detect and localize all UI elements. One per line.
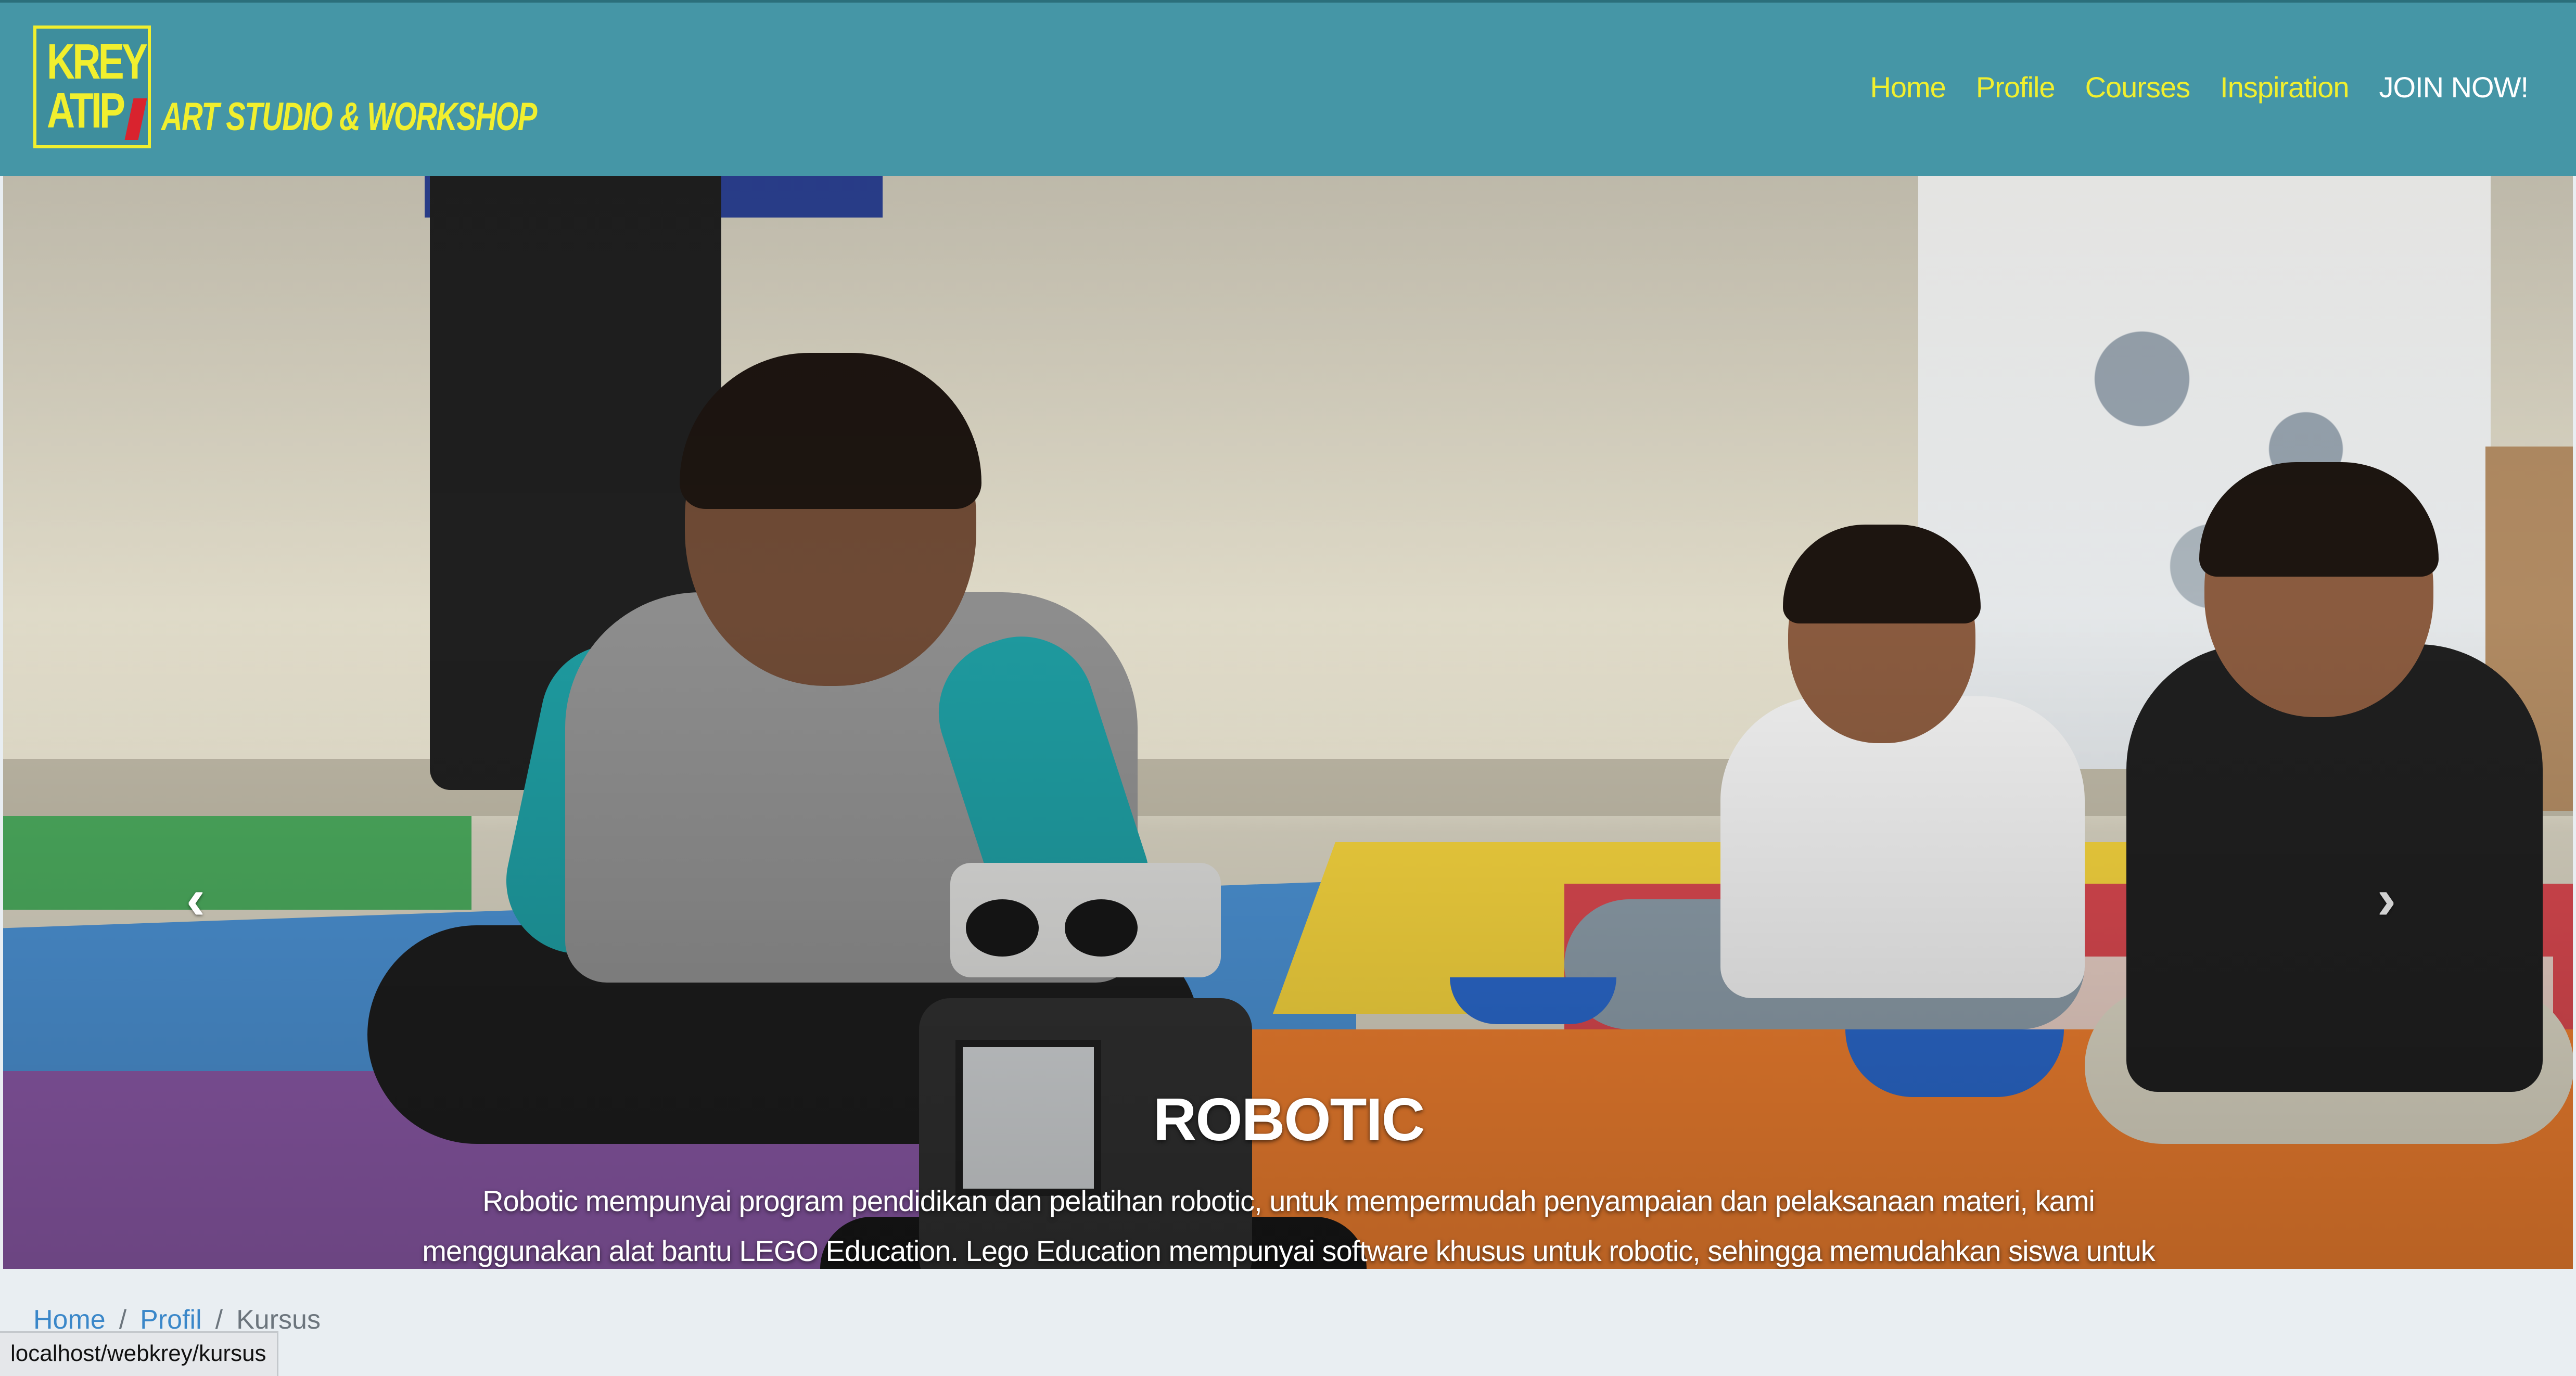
brand-tagline: ART STUDIO & WORKSHOP xyxy=(161,95,537,139)
logo-text-line1: KREY xyxy=(47,34,148,90)
browser-status-url: localhost/webkrey/kursus xyxy=(0,1331,278,1376)
nav-link-courses[interactable]: Courses xyxy=(2085,70,2191,104)
nav-link-home[interactable]: Home xyxy=(1870,70,1946,104)
nav-link-join-now[interactable]: JOIN NOW! xyxy=(2379,70,2529,104)
main-nav: Home Profile Courses Inspiration JOIN NO… xyxy=(1870,70,2529,104)
breadcrumb-link-profil[interactable]: Profil xyxy=(140,1304,201,1335)
breadcrumb-separator: / xyxy=(215,1305,223,1335)
breadcrumb-separator: / xyxy=(119,1305,127,1335)
nav-link-inspiration[interactable]: Inspiration xyxy=(2220,70,2349,104)
logo-slash-mark xyxy=(124,98,147,140)
page: KREY ATIP ART STUDIO & WORKSHOP Home Pro… xyxy=(0,0,2576,1376)
breadcrumb-current-kursus: Kursus xyxy=(236,1305,321,1335)
slide-caption: ROBOTIC Robotic mempunyai program pendid… xyxy=(367,1086,2210,1269)
chevron-right-icon[interactable]: › xyxy=(2355,868,2418,931)
hero-carousel: ‹ › ROBOTIC Robotic mempunyai program pe… xyxy=(3,176,2573,1269)
slide-description: Robotic mempunyai program pendidikan dan… xyxy=(422,1184,2155,1267)
chevron-left-icon[interactable]: ‹ xyxy=(164,868,227,931)
navbar: KREY ATIP ART STUDIO & WORKSHOP Home Pro… xyxy=(0,0,2576,176)
logo-text-line2: ATIP xyxy=(47,83,125,138)
breadcrumb-link-home[interactable]: Home xyxy=(33,1304,106,1335)
brand-logo[interactable]: KREY ATIP xyxy=(33,26,151,148)
slide-title: ROBOTIC xyxy=(1153,1086,1425,1153)
nav-link-profile[interactable]: Profile xyxy=(1976,70,2056,104)
breadcrumb: Home / Profil / Kursus xyxy=(33,1304,321,1335)
